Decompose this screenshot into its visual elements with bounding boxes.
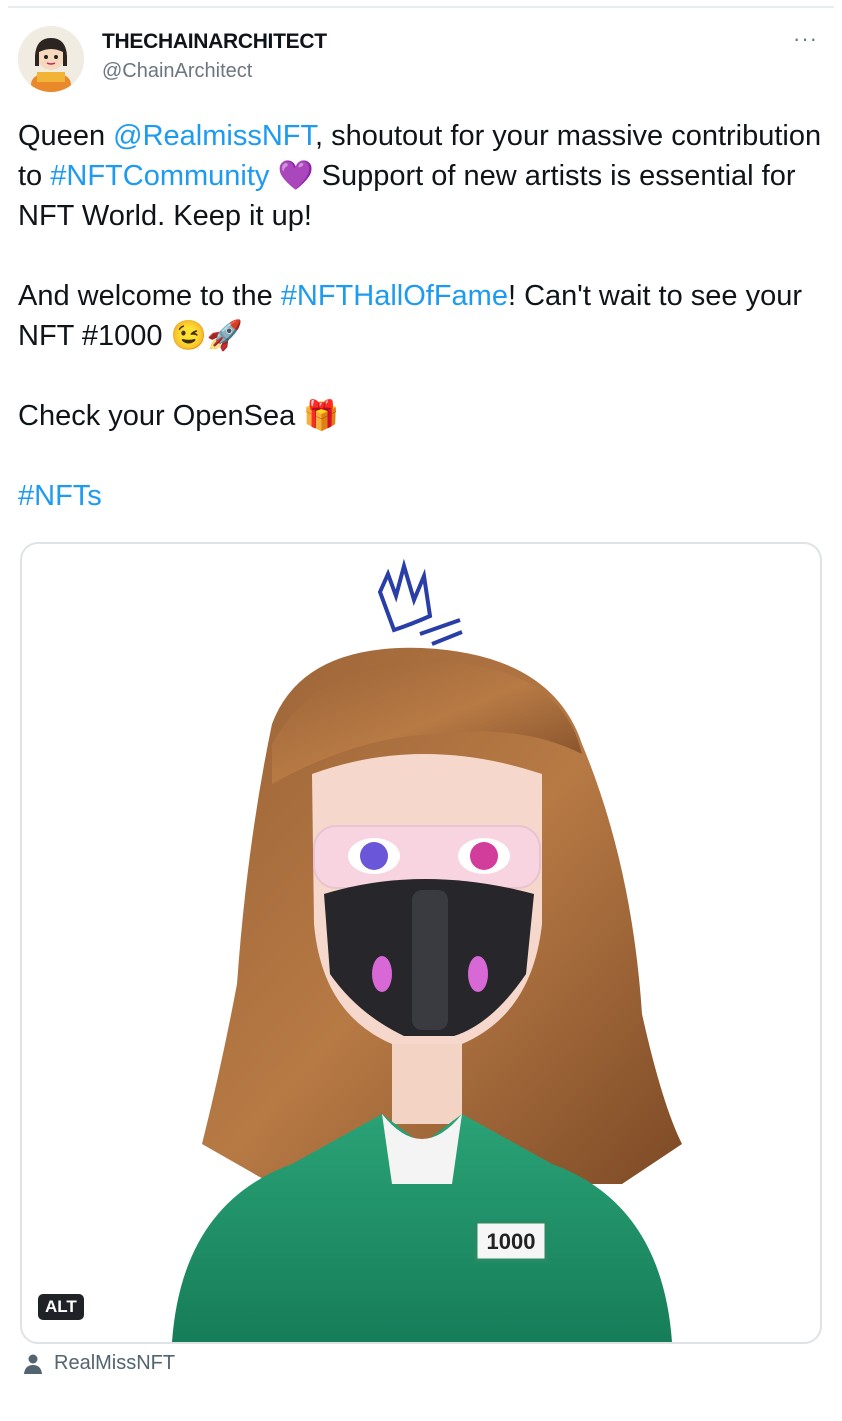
text-segment: And welcome to the: [18, 280, 281, 312]
text-segment: Queen: [18, 120, 114, 152]
tagged-user[interactable]: RealMissNFT: [24, 1352, 175, 1375]
mention-link[interactable]: @RealmissNFT: [113, 120, 315, 152]
avatar[interactable]: [18, 26, 84, 92]
top-divider: [8, 6, 834, 8]
more-dots-icon[interactable]: ···: [793, 26, 818, 52]
alt-badge[interactable]: ALT: [38, 1294, 84, 1320]
person-icon: [24, 1354, 42, 1374]
hashtag-link[interactable]: #NFTHallOfFame: [281, 280, 508, 312]
hashtag-link[interactable]: #NFTCommunity: [50, 160, 269, 192]
tagged-user-name[interactable]: RealMissNFT: [54, 1352, 175, 1375]
tweet-paragraph-4: #NFTs: [18, 476, 824, 516]
tweet-text: Queen @RealmissNFT, shoutout for your ma…: [18, 116, 824, 516]
jersey-number: 1000: [487, 1229, 536, 1254]
nft-artwork: 1000: [172, 558, 682, 1342]
user-handle[interactable]: @ChainArchitect: [102, 60, 252, 83]
hashtag-link[interactable]: #NFTs: [18, 480, 102, 512]
tweet-paragraph-2: And welcome to the #NFTHallOfFame! Can't…: [18, 276, 824, 356]
tweet-paragraph-1: Queen @RealmissNFT, shoutout for your ma…: [18, 116, 824, 236]
tweet-paragraph-3: Check your OpenSea 🎁: [18, 400, 340, 432]
display-name[interactable]: THECHAINARCHITECT: [102, 30, 327, 54]
tweet-media-image[interactable]: 1000 ALT: [20, 542, 822, 1344]
